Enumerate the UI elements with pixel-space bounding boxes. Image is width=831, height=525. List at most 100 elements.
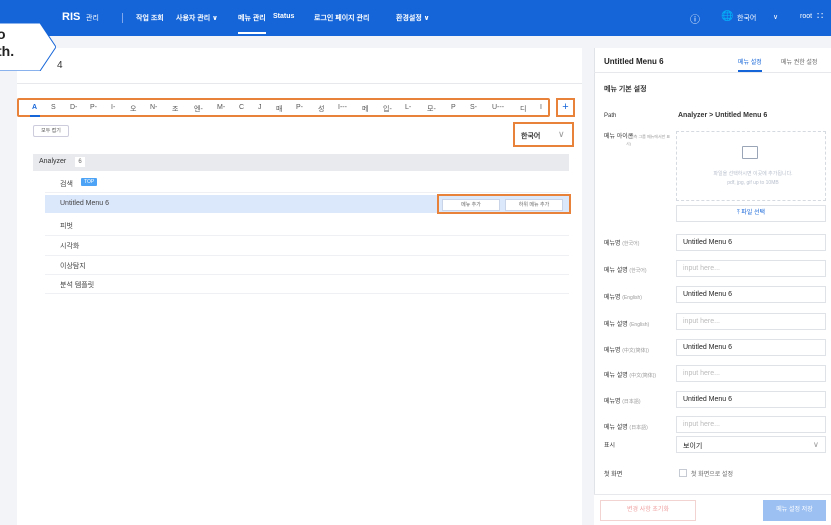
apps-grid-icon[interactable]: ∷ — [817, 11, 823, 22]
alpha-tab[interactable]: N- — [150, 104, 157, 111]
collapse-all-button[interactable]: 모두 접기 — [33, 125, 69, 137]
add-menu-button[interactable]: 메뉴 추가 — [442, 199, 500, 211]
nav-job-search[interactable]: 작업 조회 — [136, 13, 164, 23]
field-label-lang: (English) — [622, 295, 642, 301]
help-circle-icon[interactable]: ⓘ — [690, 11, 700, 26]
path-value: Analyzer > Untitled Menu 6 — [678, 112, 768, 119]
nav-login-page-management[interactable]: 로그인 페이지 관리 — [314, 13, 369, 23]
field-label-text: 메뉴 설명 — [604, 322, 628, 328]
alpha-tab[interactable]: 엔- — [194, 104, 203, 114]
alpha-tab[interactable]: S- — [470, 104, 477, 111]
field-label: 메뉴명 (中文(简体)) — [604, 345, 649, 354]
tree-item-pivot[interactable]: 피벗 — [45, 216, 569, 234]
alpha-tab[interactable]: J — [258, 104, 262, 111]
first-screen-checkbox-label[interactable]: 첫 화면으로 설정 — [691, 469, 733, 478]
display-label: 표시 — [604, 443, 616, 449]
menu-name-en-input[interactable]: Untitled Menu 6 — [676, 286, 826, 303]
alpha-tab[interactable]: A — [32, 104, 37, 111]
nav-settings[interactable]: 환경설정 ∨ — [396, 13, 429, 23]
alpha-tab[interactable]: 조 — [172, 104, 178, 114]
menu-desc-ko-input[interactable]: input here... — [676, 260, 826, 277]
globe-icon[interactable]: 🌐 — [721, 11, 733, 22]
alpha-tab[interactable]: M- — [217, 104, 225, 111]
alpha-tab[interactable]: P- — [296, 104, 303, 111]
add-sub-menu-button[interactable]: 하위 메뉴 추가 — [505, 199, 563, 211]
image-icon — [742, 146, 758, 159]
field-label-lang: (日本語) — [622, 399, 641, 405]
tree-item-label: Untitled Menu 6 — [60, 200, 110, 207]
alpha-tab[interactable]: 메 — [362, 104, 368, 114]
menu-name-ja-input[interactable]: Untitled Menu 6 — [676, 391, 826, 408]
chevron-down-icon: ∨ — [813, 440, 819, 449]
alpha-tab[interactable]: 모- — [427, 104, 436, 114]
alpha-tab[interactable]: P — [451, 104, 456, 111]
row-divider — [45, 192, 569, 193]
user-name[interactable]: root — [800, 13, 812, 20]
alpha-tab[interactable]: 오 — [130, 104, 136, 114]
icon-upload-dropzone[interactable]: 파일을 선택하시면 이곳에 추가됩니다. pdf, jpg, gif up to… — [676, 131, 826, 201]
tree-item-anomaly-detection[interactable]: 이상탐지 — [45, 256, 569, 274]
brand-logo[interactable]: RIS — [62, 11, 80, 23]
page-title: 4 — [57, 60, 63, 71]
panel-divider — [594, 72, 831, 73]
menu-desc-zh-input[interactable]: input here... — [676, 365, 826, 382]
tree-item-label: 시각화 — [60, 243, 80, 250]
alpha-tab[interactable]: 매 — [276, 104, 282, 114]
alpha-tab[interactable]: L- — [405, 104, 411, 111]
alpha-tab[interactable]: 입- — [383, 104, 392, 114]
field-label: 메뉴 설명 (English) — [604, 319, 649, 328]
tab-menu-permissions[interactable]: 메뉴 권한 설정 — [781, 57, 817, 66]
menu-desc-en-input[interactable]: input here... — [676, 313, 826, 330]
field-label-lang: (한국어) — [629, 268, 647, 274]
tree-item-visualization[interactable]: 시각화 — [45, 236, 569, 254]
field-label-lang: (中文(简体)) — [629, 373, 657, 379]
reset-changes-button[interactable]: 변경 사항 초기화 — [600, 500, 696, 521]
field-label-text: 메뉴 설명 — [604, 425, 628, 431]
nav-status[interactable]: Status — [273, 13, 294, 20]
display-select-value: 보이기 — [683, 443, 703, 450]
select-file-button[interactable]: ⤒ 파일 선택 — [676, 205, 826, 222]
field-label-lang: (English) — [629, 322, 650, 328]
path-label: Path — [604, 113, 617, 119]
menu-desc-ja-input[interactable]: input here... — [676, 416, 826, 433]
tree-item-search[interactable]: 검색 TOP — [45, 174, 569, 192]
first-screen-checkbox[interactable] — [679, 469, 687, 477]
tree-item-analysis-template[interactable]: 분석 템플릿 — [45, 275, 569, 293]
chevron-down-icon[interactable]: ∨ — [773, 13, 778, 21]
upload-format-hint: pdf, jpg, gif up to 10MB — [727, 180, 779, 186]
top-badge: TOP — [81, 178, 98, 186]
add-tab-button[interactable]: + — [556, 98, 575, 117]
field-label-lang: (日本語) — [629, 425, 648, 431]
alpha-tab[interactable]: P- — [90, 104, 97, 111]
alpha-tab[interactable]: D- — [70, 104, 77, 111]
tree-root-count: 6 — [75, 157, 85, 167]
save-menu-settings-button[interactable]: 메뉴 설정 저장 — [763, 500, 826, 521]
menu-name-ko-input[interactable]: Untitled Menu 6 — [676, 234, 826, 251]
nav-divider — [122, 13, 123, 23]
menu-name-zh-input[interactable]: Untitled Menu 6 — [676, 339, 826, 356]
field-label-lang: (한국어) — [622, 241, 640, 247]
language-select[interactable]: 한국어 ∨ — [513, 122, 574, 147]
language-selector[interactable]: 한국어 — [737, 13, 756, 23]
alpha-tab[interactable]: S — [51, 104, 56, 111]
tree-root-label: Analyzer — [39, 158, 67, 165]
alpha-tab[interactable]: 디 — [520, 104, 526, 114]
alpha-tab[interactable]: C — [239, 104, 244, 111]
alpha-tab[interactable]: I--- — [338, 104, 347, 111]
tree-root-analyzer[interactable]: Analyzer 6 — [33, 154, 569, 171]
chevron-down-icon: ∨ — [558, 129, 565, 139]
nav-user-management[interactable]: 사용자 관리 ∨ — [176, 13, 218, 23]
alpha-tab[interactable]: U--- — [492, 104, 504, 111]
alpha-tab[interactable]: 성 — [318, 104, 324, 114]
display-select[interactable]: 보이기 ∨ — [676, 436, 826, 453]
row-divider — [45, 293, 569, 294]
tab-menu-settings[interactable]: 메뉴 설정 — [738, 57, 762, 72]
field-label: 메뉴명 (日本語) — [604, 396, 641, 405]
upload-hint: 파일을 선택하시면 이곳에 추가됩니다. — [713, 171, 793, 177]
alpha-tab[interactable]: I — [540, 104, 542, 111]
field-label-text: 메뉴명 — [604, 348, 621, 354]
brand-subtitle: 관리 — [86, 15, 99, 22]
alpha-tab[interactable]: I- — [111, 104, 115, 111]
field-label-lang: (中文(简体)) — [622, 348, 649, 354]
nav-menu-management[interactable]: 메뉴 관리 — [238, 13, 266, 34]
